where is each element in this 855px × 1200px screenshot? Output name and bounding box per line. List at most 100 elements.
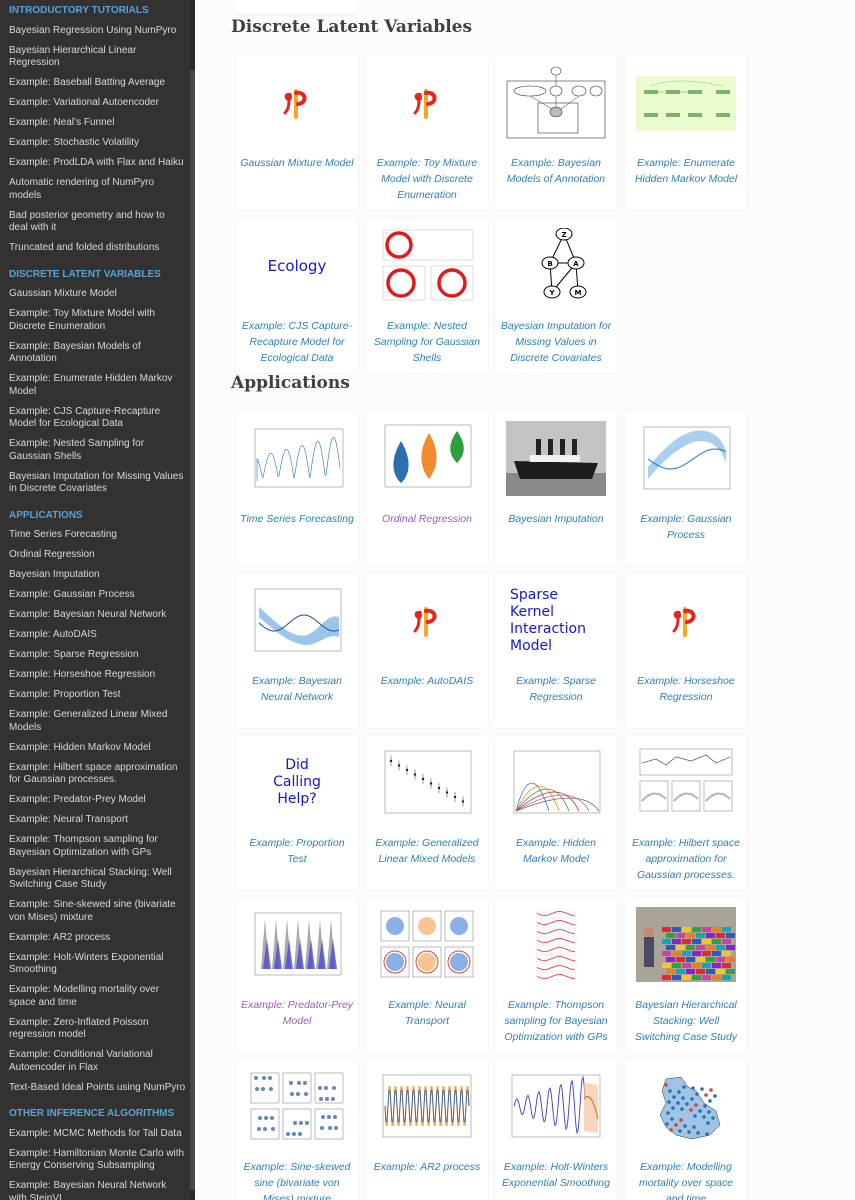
sidebar-item[interactable]: Example: Hidden Markov Model <box>0 738 195 758</box>
card-caption-link[interactable]: Example: Hidden Markov Model <box>499 835 613 867</box>
sidebar-item[interactable]: Example: Bayesian Models of Annotation <box>0 337 195 370</box>
card-caption-link[interactable]: Example: Neural Transport <box>370 997 484 1029</box>
neutra-plot-icon[interactable] <box>377 907 477 982</box>
sidebar-item[interactable]: Example: Proportion Test <box>0 686 195 706</box>
gallery-card[interactable]: Sparse Kernel Interaction Model Example: … <box>495 573 617 728</box>
sidebar-item[interactable]: Bayesian Imputation <box>0 566 195 586</box>
gallery-card[interactable]: Example: Holt-Winters Exponential Smooth… <box>495 1059 617 1200</box>
card-caption-link[interactable]: Gaussian Mixture Model <box>240 155 354 171</box>
sidebar-item[interactable]: Example: AutoDAIS <box>0 626 195 646</box>
sidebar-item[interactable]: Example: Bayesian Neural Network with St… <box>0 1177 195 1200</box>
gallery-card[interactable]: Gaussian Mixture Model <box>236 55 358 210</box>
holt-winters-plot-icon[interactable] <box>506 1069 606 1144</box>
gallery-card[interactable]: Example: Hidden Markov Model <box>495 735 617 890</box>
sidebar-item[interactable]: Example: Sine-skewed sine (bivariate von… <box>0 896 195 929</box>
dag-icon[interactable]: Z B A Y M <box>506 228 606 303</box>
sidebar-item[interactable]: Bayesian Hierarchical Stacking: Well Swi… <box>0 863 195 896</box>
gallery-card[interactable]: Example: Thompson sampling for Bayesian … <box>495 897 617 1052</box>
sidebar-item[interactable]: Example: Neural Transport <box>0 811 195 831</box>
gallery-card[interactable]: Example: Modelling mortality over space … <box>625 1059 747 1200</box>
gallery-card[interactable]: Example: Gaussian Process <box>625 411 747 566</box>
gallery-card[interactable]: Example: Bayesian Models of Annotation <box>495 55 617 210</box>
ship-photo-icon[interactable] <box>506 421 606 496</box>
card-caption-link[interactable]: Time Series Forecasting <box>240 511 354 527</box>
card-caption-link[interactable]: Example: Sparse Regression <box>499 673 613 705</box>
gallery-card[interactable]: Time Series Forecasting <box>236 411 358 566</box>
gallery-card[interactable]: Example: Enumerate Hidden Markov Model <box>625 55 747 210</box>
card-caption-link[interactable]: Example: AutoDAIS <box>370 673 484 689</box>
sidebar-item[interactable]: Bayesian Hierarchical Linear Regression <box>0 41 195 74</box>
annotation-graph-icon[interactable] <box>506 65 606 140</box>
mortality-map-icon[interactable] <box>636 1069 736 1144</box>
card-caption-link[interactable]: Example: CJS Capture-Recapture Model for… <box>240 318 354 366</box>
gallery-card[interactable]: Ordinal Regression <box>366 411 488 566</box>
timeseries-plot-icon[interactable] <box>247 421 347 496</box>
sidebar-item[interactable]: Text-Based Ideal Points using NumPyro <box>0 1078 195 1098</box>
gallery-card[interactable]: Example: AR2 process <box>366 1059 488 1200</box>
text-thumb[interactable]: Ecology <box>247 228 347 303</box>
gallery-card[interactable]: Example: Toy Mixture Model with Discrete… <box>366 55 488 210</box>
gallery-card[interactable]: Did Calling Help? Example: Proportion Tes… <box>236 735 358 890</box>
card-caption-link[interactable]: Example: Toy Mixture Model with Discrete… <box>370 155 484 203</box>
card-caption-link[interactable]: Example: Sine-skewed sine (bivariate von… <box>240 1159 354 1200</box>
card-caption-link[interactable]: Example: Predator-Prey Model <box>240 997 354 1029</box>
sidebar-item[interactable]: Example: Predator-Prey Model <box>0 791 195 811</box>
card-caption-link[interactable]: Example: AR2 process <box>370 1159 484 1175</box>
card-caption-link[interactable]: Example: Hilbert space approximation for… <box>629 835 743 883</box>
sidebar-item[interactable]: Example: Bayesian Neural Network <box>0 606 195 626</box>
card-caption-link[interactable]: Example: Nested Sampling for Gaussian Sh… <box>370 318 484 366</box>
sidebar-item[interactable]: Example: Modelling mortality over space … <box>0 981 195 1014</box>
card-caption-link[interactable]: Example: Gaussian Process <box>629 511 743 543</box>
sidebar-item[interactable]: Example: Enumerate Hidden Markov Model <box>0 370 195 403</box>
gallery-card[interactable]: Example: AutoDAIS <box>366 573 488 728</box>
card-caption-link[interactable]: Bayesian Hierarchical Stacking: Well Swi… <box>629 997 743 1045</box>
gallery-card[interactable]: Bayesian Hierarchical Stacking: Well Swi… <box>625 897 747 1052</box>
text-thumb[interactable]: Did Calling Help? <box>247 745 347 820</box>
sidebar-item[interactable]: Example: Neal’s Funnel <box>0 114 195 134</box>
sidebar-item[interactable]: Example: MCMC Methods for Tall Data <box>0 1124 195 1144</box>
card-caption-link[interactable]: Ordinal Regression <box>370 511 484 527</box>
shells-plot-icon[interactable] <box>377 228 477 303</box>
predator-prey-plot-icon[interactable] <box>247 907 347 982</box>
bnn-plot-icon[interactable] <box>247 583 347 658</box>
numpyro-logo-icon[interactable] <box>247 65 347 140</box>
sidebar-item[interactable]: Example: Nested Sampling for Gaussian Sh… <box>0 435 195 468</box>
ar2-plot-icon[interactable] <box>377 1069 477 1144</box>
sidebar-item[interactable]: Example: Holt-Winters Exponential Smooth… <box>0 948 195 981</box>
card-caption-link[interactable]: Example: Proportion Test <box>240 835 354 867</box>
numpyro-logo-icon[interactable] <box>377 65 477 140</box>
sidebar-item[interactable]: Gaussian Mixture Model <box>0 285 195 305</box>
gallery-card[interactable]: Ecology Example: CJS Capture-Recapture Mo… <box>236 218 358 373</box>
sidebar-item[interactable]: Example: Zero-Inflated Poisson regressio… <box>0 1013 195 1046</box>
thompson-plot-icon[interactable] <box>506 907 606 982</box>
sidebar-item[interactable]: Example: Hilbert space approximation for… <box>0 758 195 791</box>
sidebar-item[interactable]: Example: Hamiltonian Monte Carlo with En… <box>0 1144 195 1177</box>
violin-plot-icon[interactable] <box>377 421 477 496</box>
sidebar-item[interactable]: Example: Variational Autoencoder <box>0 94 195 114</box>
sidebar-item[interactable]: Time Series Forecasting <box>0 526 195 546</box>
card-caption-link[interactable]: Example: Holt-Winters Exponential Smooth… <box>499 1159 613 1191</box>
glmm-plot-icon[interactable] <box>377 745 477 820</box>
numpyro-logo-icon[interactable] <box>636 583 736 658</box>
gallery-card[interactable]: Example: Hilbert space approximation for… <box>625 735 747 890</box>
gallery-card[interactable]: Z B A Y M Bayesian Imputation for Missing Val… <box>495 218 617 373</box>
sine-skewed-plot-icon[interactable] <box>247 1069 347 1144</box>
card-caption-link[interactable]: Example: Bayesian Neural Network <box>240 673 354 705</box>
card-caption-link[interactable]: Example: Generalized Linear Mixed Models <box>370 835 484 867</box>
gallery-card[interactable]: Example: Neural Transport <box>366 897 488 1052</box>
gallery-card[interactable]: Example: Nested Sampling for Gaussian Sh… <box>366 218 488 373</box>
sidebar-item[interactable]: Example: Thompson sampling for Bayesian … <box>0 831 195 864</box>
gallery-card[interactable]: Example: Bayesian Neural Network <box>236 573 358 728</box>
gallery-card[interactable]: Example: Sine-skewed sine (bivariate von… <box>236 1059 358 1200</box>
gallery-card[interactable]: Example: Predator-Prey Model <box>236 897 358 1052</box>
sidebar-item[interactable]: Example: CJS Capture-Recapture Model for… <box>0 402 195 435</box>
gallery-card[interactable]: Bayesian Imputation <box>495 411 617 566</box>
hsgp-plot-icon[interactable] <box>636 745 736 820</box>
sidebar-item[interactable]: Example: Sparse Regression <box>0 646 195 666</box>
numpyro-logo-icon[interactable] <box>377 583 477 658</box>
sidebar-item[interactable]: Example: Stochastic Volatility <box>0 134 195 154</box>
card-caption-link[interactable]: Example: Bayesian Models of Annotation <box>499 155 613 187</box>
sidebar-item[interactable]: Bayesian Imputation for Missing Values i… <box>0 467 195 500</box>
sidebar-item[interactable]: Example: Gaussian Process <box>0 586 195 606</box>
sidebar-item[interactable]: Example: Conditional Variational Autoenc… <box>0 1046 195 1079</box>
